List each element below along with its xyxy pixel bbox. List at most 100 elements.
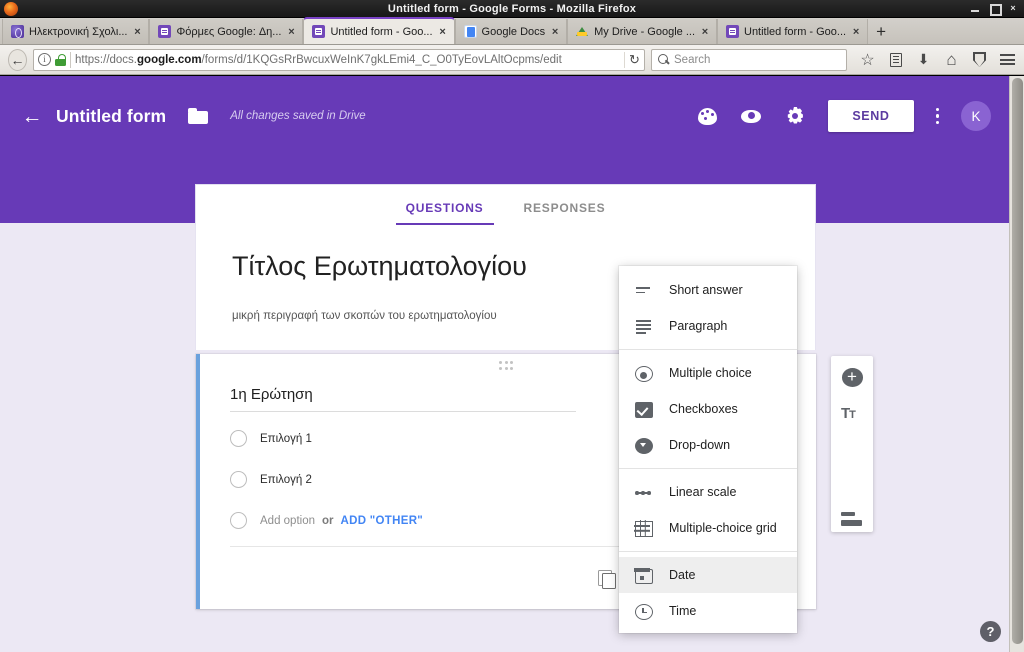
folder-icon[interactable] [188,108,209,124]
kebab-menu-icon[interactable] [935,107,939,125]
url-path: /forms/d/1KQGsRrBwcuxWeInK7gkLEmi4_C_O0T… [201,53,562,66]
add-option-row[interactable]: Add option or ADD "OTHER" [230,512,423,529]
minimize-button[interactable] [968,1,982,15]
image-icon[interactable] [841,441,863,461]
star-icon[interactable] [859,51,876,68]
eye-icon[interactable] [740,105,762,127]
menu-item-date[interactable]: Date [619,557,797,593]
radio-icon [230,512,247,529]
back-button[interactable]: ← [8,48,27,71]
vertical-scrollbar[interactable] [1009,76,1024,652]
navigation-toolbar: ← i https://docs.google.com/forms/d/1KQG… [0,45,1024,75]
document-title[interactable]: Untitled form [56,106,166,127]
window-title: Untitled form - Google Forms - Mozilla F… [387,2,637,15]
linear-scale-icon [635,483,653,501]
reload-button[interactable]: ↻ [624,51,640,68]
url-prefix: https://docs. [75,53,138,66]
menu-item-linear-scale[interactable]: Linear scale [619,474,797,510]
hamburger-menu-icon[interactable] [999,51,1016,68]
tab-close-button[interactable]: × [286,26,296,37]
section-icon[interactable] [841,512,863,532]
divider [70,51,71,68]
question-type-menu[interactable]: Short answer Paragraph Multiple choice C… [619,266,797,633]
window-controls: × [968,1,1020,16]
download-icon[interactable] [915,51,932,68]
radio-icon[interactable] [230,430,247,447]
back-to-forms-button[interactable]: ← [16,100,48,132]
menu-item-multiple-choice[interactable]: Multiple choice [619,355,797,391]
tab-close-button[interactable]: × [550,26,560,37]
avatar[interactable]: K [961,101,991,131]
tab-questions[interactable]: QUESTIONS [395,201,494,225]
address-bar[interactable]: i https://docs.google.com/forms/d/1KQGsR… [33,48,645,71]
add-question-icon[interactable]: + [841,368,863,387]
tab-label: My Drive - Google ... [594,25,695,38]
browser-tab-2[interactable]: Φόρμες Google: Δη... × [149,19,304,44]
palette-icon[interactable] [696,105,718,127]
shield-icon[interactable] [971,51,988,68]
form-tab-bar: QUESTIONS RESPONSES [195,184,816,225]
or-label: or [322,514,334,527]
tab-close-button[interactable]: × [700,26,710,37]
option-label[interactable]: Επιλογή 2 [260,474,312,486]
drag-handle-icon[interactable] [499,361,517,370]
add-option-label[interactable]: Add option [260,515,315,527]
home-icon[interactable] [943,51,960,68]
radio-icon[interactable] [230,471,247,488]
option-label[interactable]: Επιλογή 1 [260,433,312,445]
menu-item-multiple-choice-grid[interactable]: Multiple-choice grid [619,510,797,546]
maximize-button[interactable] [987,1,1002,16]
paragraph-icon [635,317,653,335]
tab-label: Untitled form - Goo... [744,25,847,38]
duplicate-icon[interactable] [598,570,616,589]
menu-item-dropdown[interactable]: Drop-down [619,427,797,463]
form-description[interactable]: μικρή περιγραφή των σκοπών του ερωτηματο… [232,310,497,322]
menu-item-time[interactable]: Time [619,593,797,629]
tab-responses[interactable]: RESPONSES [524,201,606,225]
gear-icon[interactable] [784,105,806,127]
browser-tab-4[interactable]: Google Docs × [454,19,568,44]
close-window-button[interactable]: × [1006,1,1020,15]
help-button[interactable]: ? [980,621,1001,642]
save-status: All changes saved in Drive [230,110,366,122]
browser-tab-3-active[interactable]: Untitled form - Goo... × [303,17,455,44]
scrollbar-thumb[interactable] [1012,78,1023,644]
forms-icon [312,25,326,38]
forms-icon [726,25,739,38]
tab-label: Google Docs [481,25,546,38]
option-row-2[interactable]: Επιλογή 2 [230,471,312,488]
add-other-link[interactable]: ADD "OTHER" [341,515,424,527]
new-tab-button[interactable]: + [868,19,894,44]
browser-tab-6[interactable]: Untitled form - Goo... × [717,19,869,44]
option-row-1[interactable]: Επιλογή 1 [230,430,312,447]
search-placeholder: Search [674,53,711,66]
menu-separator [619,468,797,469]
drive-icon [576,25,589,38]
search-bar[interactable]: Search [651,48,847,71]
tab-label: Ηλεκτρονική Σχολι... [29,25,128,38]
menu-item-label: Linear scale [669,485,737,499]
form-title[interactable]: Τίτλος Ερωτηματολογίου [232,251,527,282]
grid-icon [634,519,653,537]
browser-tab-5[interactable]: My Drive - Google ... × [567,19,717,44]
tab-close-button[interactable]: × [132,26,142,37]
title-text-icon[interactable]: TT [841,403,863,425]
search-icon [658,54,669,65]
tab-label: Untitled form - Goo... [330,25,433,38]
site-info-icon[interactable]: i [38,53,51,66]
menu-separator [619,349,797,350]
menu-item-paragraph[interactable]: Paragraph [619,308,797,344]
tab-strip: Ηλεκτρονική Σχολι... × Φόρμες Google: Δη… [0,17,1024,45]
url-text: https://docs.google.com/forms/d/1KQGsRrB… [75,54,620,66]
reader-icon[interactable] [887,51,904,68]
question-title[interactable]: 1η Ερώτηση [230,386,313,403]
browser-tab-1[interactable]: Ηλεκτρονική Σχολι... × [2,19,150,44]
tab-close-button[interactable]: × [438,26,448,37]
menu-item-short-answer[interactable]: Short answer [619,272,797,308]
video-icon[interactable] [841,477,863,497]
toolbar-icons [859,51,1016,68]
send-button[interactable]: SEND [828,100,914,132]
tab-close-button[interactable]: × [851,26,861,37]
menu-item-checkboxes[interactable]: Checkboxes [619,391,797,427]
forms-icon [158,25,172,38]
